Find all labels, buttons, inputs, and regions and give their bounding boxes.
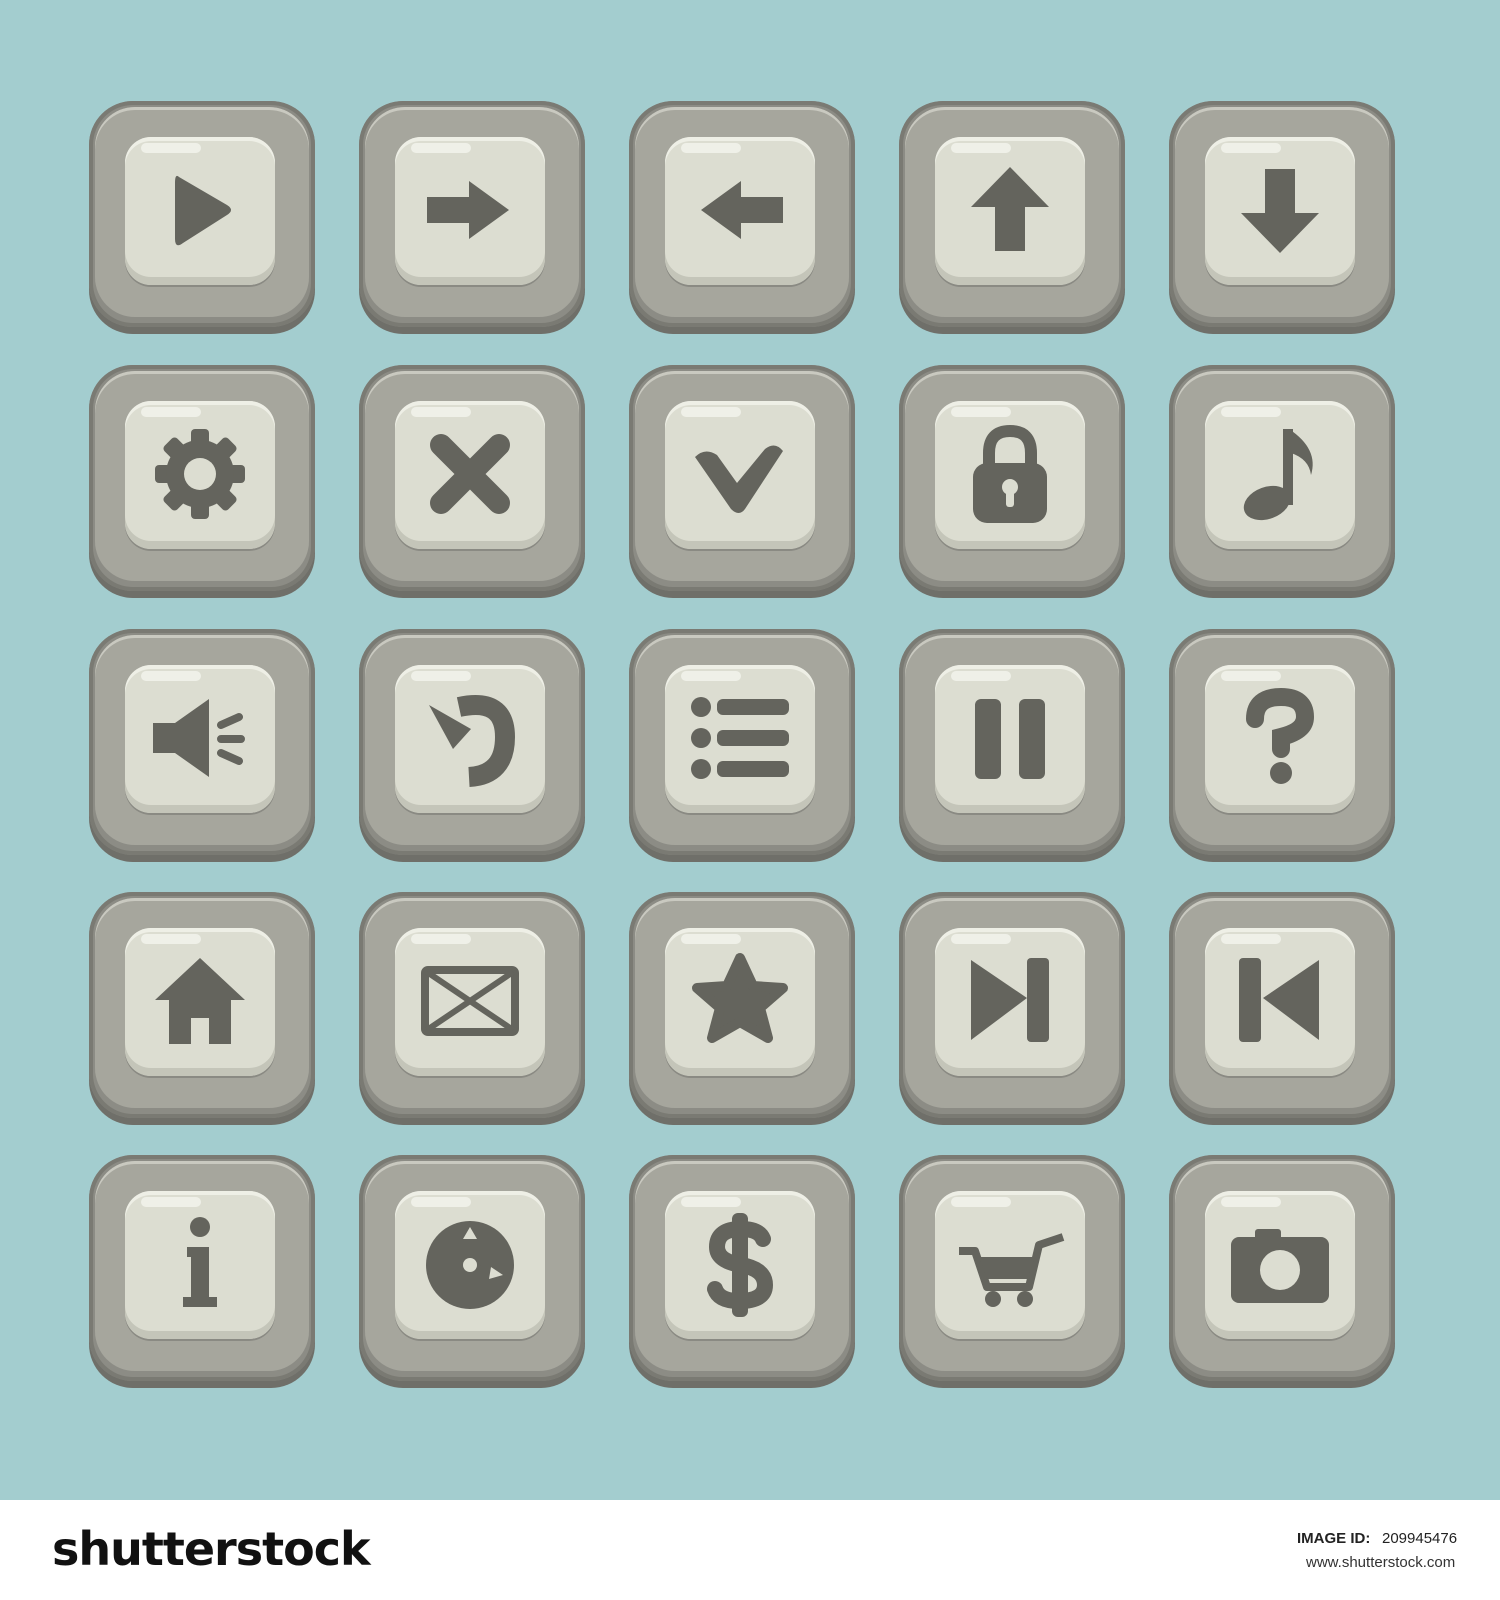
arrow-left-icon [701, 181, 783, 239]
cart-icon [959, 1233, 1065, 1307]
music-button[interactable] [1169, 365, 1395, 591]
back-button[interactable] [629, 101, 855, 327]
time-button[interactable] [359, 1155, 585, 1381]
menu-button[interactable] [629, 629, 855, 855]
camera-icon [1231, 1229, 1329, 1303]
arrow-down-icon [1241, 169, 1319, 253]
favorite-button[interactable] [629, 892, 855, 1118]
clock-icon [426, 1221, 514, 1309]
pause-button[interactable] [899, 629, 1125, 855]
restart-button[interactable] [359, 629, 585, 855]
home-button[interactable] [89, 892, 315, 1118]
confirm-button[interactable] [629, 365, 855, 591]
question-icon [1246, 687, 1315, 784]
shop-currency-button[interactable] [629, 1155, 855, 1381]
play-button[interactable] [89, 101, 315, 327]
home-icon [155, 958, 245, 1044]
checkmark-icon [695, 445, 783, 513]
cart-button[interactable] [899, 1155, 1125, 1381]
menu-list-icon [691, 697, 789, 779]
gear-icon [155, 429, 245, 519]
skip-forward-icon [971, 958, 1049, 1042]
shutterstock-logo[interactable]: shutterstock [52, 1522, 371, 1576]
skip-forward-button[interactable] [899, 892, 1125, 1118]
dollar-icon [707, 1213, 774, 1317]
mail-icon [421, 966, 519, 1036]
close-button[interactable] [359, 365, 585, 591]
star-icon [692, 953, 788, 1043]
arrow-right-icon [427, 181, 509, 239]
down-button[interactable] [1169, 101, 1395, 327]
restart-icon [429, 695, 516, 787]
camera-button[interactable] [1169, 1155, 1395, 1381]
pause-icon [975, 699, 1045, 779]
sound-button[interactable] [89, 629, 315, 855]
close-icon [430, 434, 510, 514]
next-button[interactable] [359, 101, 585, 327]
image-id-label: IMAGE ID: [1297, 1530, 1371, 1547]
info-icon [183, 1217, 217, 1307]
up-button[interactable] [899, 101, 1125, 327]
footer: shutterstock IMAGE ID: 209945476 www.shu… [0, 1500, 1500, 1600]
skip-back-button[interactable] [1169, 892, 1395, 1118]
info-button[interactable] [89, 1155, 315, 1381]
icon-board [0, 0, 1500, 1500]
speaker-icon [153, 699, 245, 777]
lock-icon [973, 424, 1047, 523]
lock-button[interactable] [899, 365, 1125, 591]
music-note-icon [1243, 429, 1313, 521]
skip-back-icon [1239, 958, 1319, 1042]
play-icon [175, 175, 231, 246]
settings-button[interactable] [89, 365, 315, 591]
mail-button[interactable] [359, 892, 585, 1118]
image-id-value: 209945476 [1382, 1530, 1458, 1547]
arrow-up-icon [971, 167, 1049, 251]
help-button[interactable] [1169, 629, 1395, 855]
site-url[interactable]: www.shutterstock.com [1306, 1554, 1455, 1571]
